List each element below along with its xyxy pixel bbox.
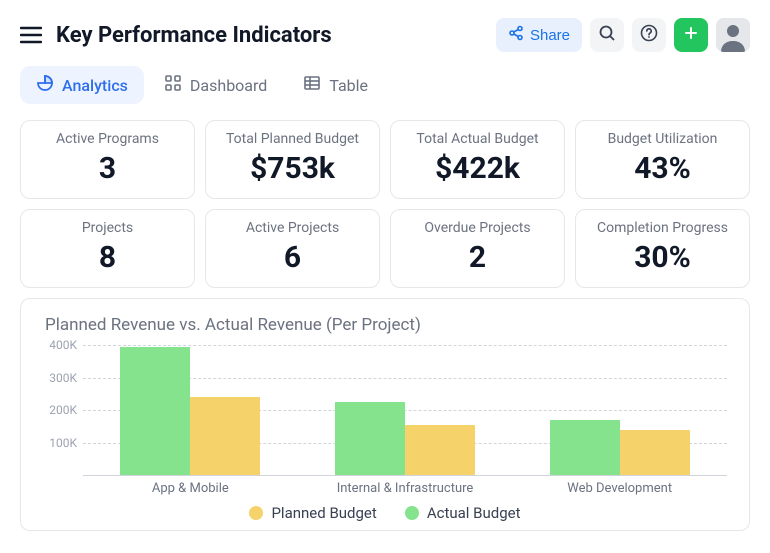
card-active-projects: Active Projects 6 [205, 209, 380, 288]
card-label: Overdue Projects [399, 220, 556, 236]
kpi-row-2: Projects 8 Active Projects 6 Overdue Pro… [20, 209, 750, 288]
bar-planned [190, 397, 260, 475]
bar-planned [405, 425, 475, 475]
card-value: 3 [29, 151, 186, 186]
view-tabs: Analytics Dashboard Table [20, 66, 750, 104]
search-button[interactable] [590, 18, 624, 52]
y-tick-label: 200K [39, 403, 77, 417]
card-projects: Projects 8 [20, 209, 195, 288]
chart-card: Planned Revenue vs. Actual Revenue (Per … [20, 298, 750, 531]
tab-analytics[interactable]: Analytics [20, 66, 144, 104]
x-tick-label: Web Development [512, 481, 727, 496]
x-tick-label: Internal & Infrastructure [298, 481, 513, 496]
header: Key Performance Indicators Share [20, 18, 750, 52]
legend-actual-label: Actual Budget [427, 504, 521, 522]
card-value: $422k [399, 151, 556, 186]
card-label: Active Projects [214, 220, 371, 236]
bar-actual [335, 402, 405, 475]
tab-dashboard-label: Dashboard [190, 76, 267, 95]
y-tick-label: 100K [39, 436, 77, 450]
card-total-actual-budget: Total Actual Budget $422k [390, 120, 565, 199]
bar-actual [550, 420, 620, 475]
header-left: Key Performance Indicators [20, 23, 332, 48]
card-completion-progress: Completion Progress 30% [575, 209, 750, 288]
search-icon [598, 24, 616, 46]
card-value: 8 [29, 240, 186, 275]
x-tick-label: App & Mobile [83, 481, 298, 496]
dashboard-icon [164, 74, 182, 96]
y-tick-label: 400K [39, 338, 77, 352]
legend-planned: Planned Budget [249, 504, 376, 522]
chart-title: Planned Revenue vs. Actual Revenue (Per … [45, 315, 731, 335]
add-button[interactable] [674, 18, 708, 52]
menu-icon[interactable] [20, 26, 42, 44]
card-budget-utilization: Budget Utilization 43% [575, 120, 750, 199]
plus-icon [683, 25, 699, 45]
share-icon [508, 25, 524, 45]
header-actions: Share [496, 18, 750, 52]
analytics-icon [36, 74, 54, 96]
tab-table[interactable]: Table [287, 66, 384, 104]
help-button[interactable] [632, 18, 666, 52]
swatch-actual [405, 506, 419, 520]
card-value: 43% [584, 151, 741, 186]
card-label: Total Actual Budget [399, 131, 556, 147]
swatch-planned [249, 506, 263, 520]
card-label: Projects [29, 220, 186, 236]
chart-x-labels: App & MobileInternal & InfrastructureWeb… [83, 481, 727, 496]
bar-planned [620, 430, 690, 476]
tab-analytics-label: Analytics [62, 76, 128, 95]
y-tick-label: 300K [39, 371, 77, 385]
card-total-planned-budget: Total Planned Budget $753k [205, 120, 380, 199]
card-value: $753k [214, 151, 371, 186]
help-icon [640, 24, 658, 46]
card-label: Active Programs [29, 131, 186, 147]
card-label: Completion Progress [584, 220, 741, 236]
page-title: Key Performance Indicators [56, 23, 332, 48]
tab-table-label: Table [329, 76, 368, 95]
card-value: 30% [584, 240, 741, 275]
tab-dashboard[interactable]: Dashboard [148, 66, 283, 104]
share-button[interactable]: Share [496, 18, 582, 52]
table-icon [303, 74, 321, 96]
share-label: Share [530, 27, 570, 44]
legend-planned-label: Planned Budget [271, 504, 376, 522]
legend-actual: Actual Budget [405, 504, 521, 522]
card-value: 6 [214, 240, 371, 275]
card-active-programs: Active Programs 3 [20, 120, 195, 199]
chart-legend: Planned Budget Actual Budget [39, 504, 731, 522]
kpi-row-1: Active Programs 3 Total Planned Budget $… [20, 120, 750, 199]
bar-group [298, 345, 513, 475]
bar-group [512, 345, 727, 475]
avatar[interactable] [716, 18, 750, 52]
bar-actual [120, 347, 190, 475]
card-overdue-projects: Overdue Projects 2 [390, 209, 565, 288]
card-value: 2 [399, 240, 556, 275]
bar-group [83, 345, 298, 475]
card-label: Budget Utilization [584, 131, 741, 147]
card-label: Total Planned Budget [214, 131, 371, 147]
chart-plot: 100K200K300K400K [83, 345, 727, 475]
